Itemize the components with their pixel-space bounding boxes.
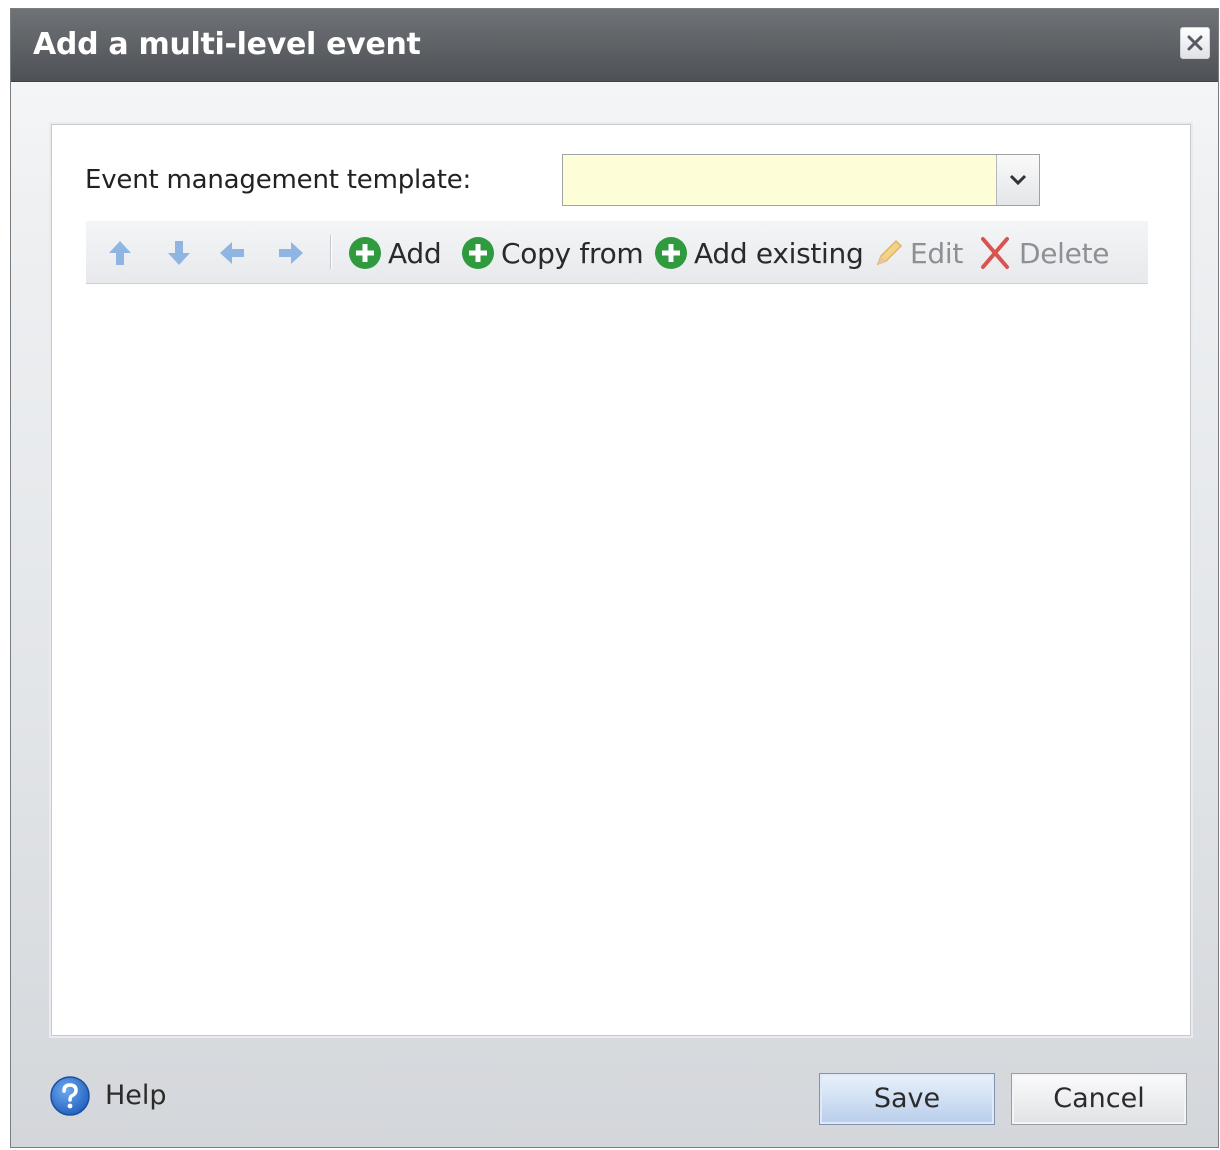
- close-button[interactable]: [1180, 27, 1210, 59]
- template-label: Event management template:: [85, 165, 472, 195]
- delete-x-icon: [981, 237, 1009, 269]
- cancel-button[interactable]: Cancel: [1011, 1073, 1187, 1125]
- template-select[interactable]: [562, 154, 1040, 206]
- add-existing-label: Add existing: [694, 237, 864, 270]
- template-dropdown-button[interactable]: [996, 155, 1039, 205]
- toolbar-separator: [330, 235, 331, 269]
- delete-button[interactable]: Delete: [978, 235, 1110, 271]
- chevron-down-icon: [1009, 174, 1027, 186]
- copy-from-label: Copy from: [501, 237, 644, 270]
- edit-button[interactable]: Edit: [872, 235, 964, 271]
- arrow-right-icon[interactable]: [277, 239, 305, 267]
- plus-circle-icon: [349, 237, 381, 269]
- help-icon: [50, 1076, 90, 1116]
- edit-label: Edit: [910, 237, 964, 270]
- help-label: Help: [105, 1080, 167, 1111]
- arrow-left-icon[interactable]: [218, 239, 246, 267]
- plus-circle-icon: [462, 237, 494, 269]
- add-button[interactable]: Add: [348, 235, 444, 271]
- add-multi-level-event-dialog: Add a multi-level event Event management…: [10, 8, 1219, 1148]
- delete-label: Delete: [1019, 237, 1110, 270]
- dialog-title: Add a multi-level event: [33, 27, 421, 62]
- toolbar: Add Copy from Add existing Edit Delete: [86, 221, 1148, 284]
- pencil-icon: [876, 239, 903, 266]
- add-existing-button[interactable]: Add existing: [654, 235, 864, 271]
- copy-from-button[interactable]: Copy from: [461, 235, 644, 271]
- close-icon: [1187, 35, 1203, 51]
- plus-circle-icon: [655, 237, 687, 269]
- arrow-up-icon[interactable]: [106, 239, 134, 267]
- save-button[interactable]: Save: [819, 1073, 995, 1125]
- levels-list-area: [86, 285, 1148, 1025]
- add-label: Add: [388, 237, 442, 270]
- dialog-content-panel: Event management template: Add Copy from…: [51, 124, 1191, 1036]
- arrow-down-icon[interactable]: [165, 239, 193, 267]
- dialog-titlebar: Add a multi-level event: [11, 9, 1218, 82]
